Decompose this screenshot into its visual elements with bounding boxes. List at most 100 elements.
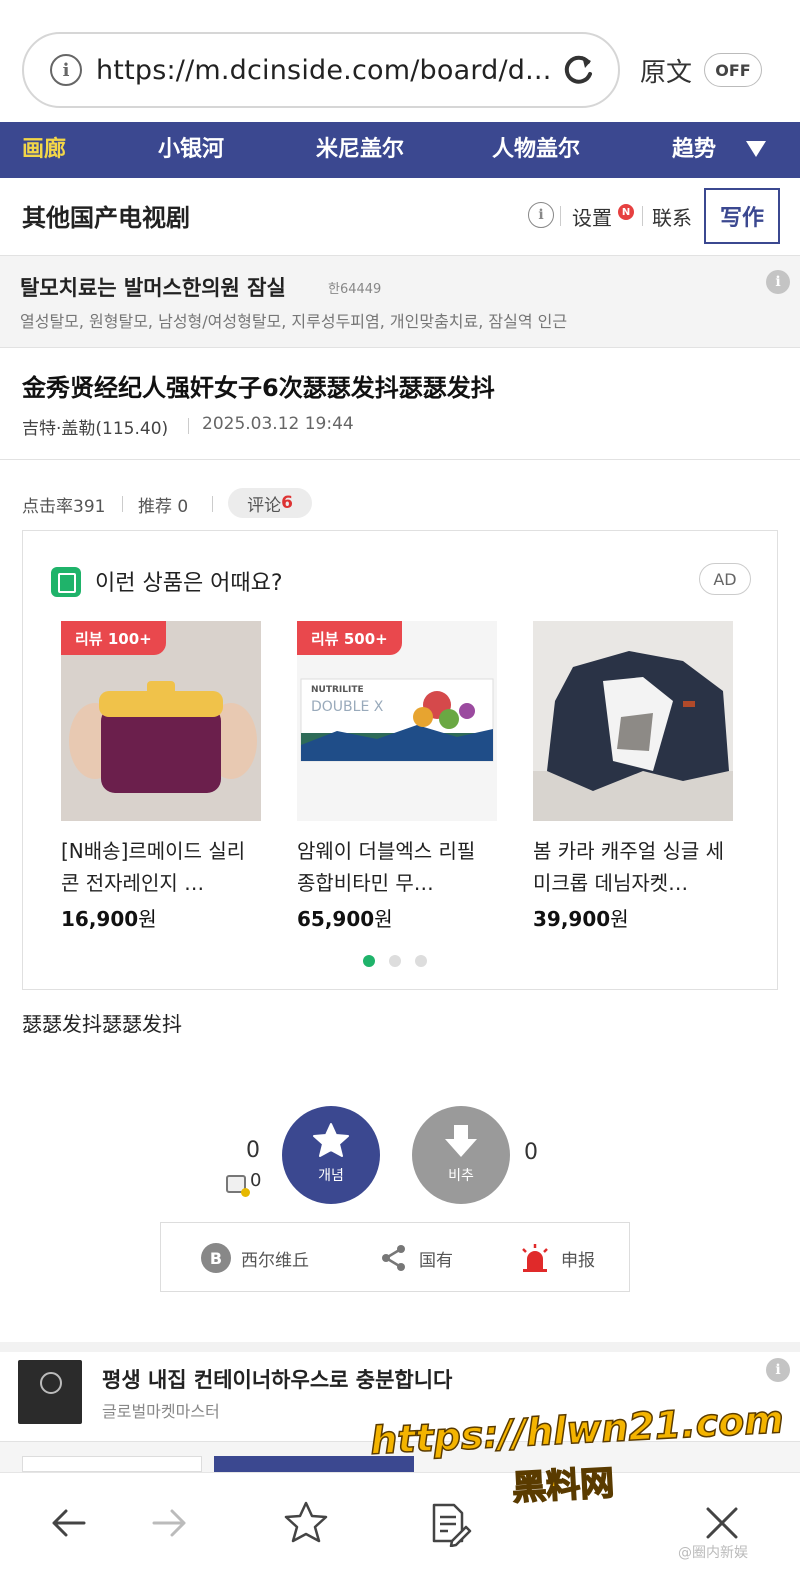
price-amount: 65,900 — [297, 907, 375, 931]
product-name[interactable]: 암웨이 더블엑스 리필 종합비타민 무… — [297, 835, 497, 899]
address-field[interactable]: i https://m.dcinside.com/board/d... — [22, 32, 620, 108]
comment-count: 6 — [281, 493, 293, 513]
post-author[interactable]: 吉特·盖勒(115.40) — [22, 414, 168, 439]
watermark-name: 黑料网 — [510, 1463, 616, 1510]
ad-info-icon[interactable]: i — [766, 1358, 790, 1382]
price-currency: 원 — [374, 907, 393, 931]
back-arrow-icon — [52, 1509, 86, 1537]
settings-link[interactable]: 设置 — [572, 202, 612, 231]
upvote-count: 0 — [246, 1138, 260, 1163]
price-amount: 39,900 — [533, 907, 611, 931]
nav-expand-icon[interactable] — [746, 141, 766, 157]
product-card[interactable]: 리뷰 500+ NUTRILITE DOUBLE X 암웨이 더블엑스 리필 종… — [297, 621, 497, 932]
favorite-button[interactable] — [278, 1495, 334, 1551]
close-icon — [706, 1507, 738, 1539]
new-badge: N — [618, 204, 634, 220]
bottom-ad-advertiser: 글로벌마켓마스터 — [102, 1402, 220, 1421]
translate-label: 原文 — [640, 58, 693, 88]
gallery-title[interactable]: 其他国产电视剧 — [22, 198, 190, 233]
recommend-count: 推荐 0 — [138, 497, 189, 517]
star-icon — [313, 1123, 349, 1157]
product-card[interactable]: 리뷰 100+ [N배송]르메이드 실리콘 전자레인지 … 16,900원 — [61, 621, 261, 932]
browser-toolbar — [0, 1472, 800, 1587]
post-body: 瑟瑟发抖瑟瑟发抖 — [22, 1012, 182, 1036]
translate-toggle[interactable]: OFF — [704, 53, 762, 87]
post-action-bar: B 西尔维丘 国有 申报 — [160, 1222, 630, 1292]
divider — [122, 496, 123, 512]
carousel-dot[interactable] — [415, 955, 427, 967]
product-card[interactable]: 봄 카라 캐주얼 싱글 세미크롭 데님자켓… 39,900원 — [533, 621, 733, 932]
siren-icon — [522, 1244, 548, 1272]
report-button[interactable]: 申报 — [519, 1223, 595, 1293]
divider — [560, 206, 561, 226]
product-image[interactable] — [533, 621, 733, 821]
product-name[interactable]: 봄 카라 캐주얼 싱글 세미크롭 데님자켓… — [533, 835, 733, 899]
post-title: 金秀贤经纪人强奸女子6次瑟瑟发抖瑟瑟发抖 — [22, 374, 495, 402]
downvote-button[interactable]: 비추 — [412, 1106, 510, 1204]
carousel-dots — [363, 955, 427, 967]
carousel-dot[interactable] — [363, 955, 375, 967]
price-currency: 원 — [610, 907, 629, 931]
view-count: 点击率391 — [22, 497, 106, 517]
nav-item-minor-gallery[interactable]: 米尼盖尔 — [316, 122, 404, 178]
b-icon: B — [201, 1243, 231, 1273]
text-ad[interactable]: 탈모치료는 발머스한의원 잠실 한64449 열성탈모, 원형탈모, 남성형/여… — [0, 256, 800, 348]
reload-icon[interactable] — [558, 50, 598, 90]
divider — [212, 496, 213, 512]
share-button[interactable]: 国有 — [379, 1223, 453, 1293]
package-brand: NUTRILITE — [311, 685, 364, 695]
write-button[interactable]: 写作 — [704, 188, 780, 244]
bookmark-button[interactable]: B 西尔维丘 — [201, 1223, 309, 1293]
text-ad-title[interactable]: 탈모치료는 발머스한의원 잠실 — [20, 272, 286, 302]
gallery-header: 其他国产电视剧 i 设置 N 联系 写作 — [0, 178, 800, 256]
nav-item-person-gallery[interactable]: 人物盖尔 — [492, 122, 580, 178]
comment-label: 评论 — [247, 495, 282, 516]
text-ad-phone: 한64449 — [328, 282, 382, 297]
product-image[interactable]: 리뷰 500+ NUTRILITE DOUBLE X — [297, 621, 497, 821]
nav-item-gallery[interactable]: 画廊 — [22, 122, 66, 178]
partial-button — [22, 1456, 202, 1472]
upvote-button[interactable]: 개념 — [282, 1106, 380, 1204]
denim-jacket-illustration — [533, 621, 733, 821]
price-currency: 원 — [138, 907, 157, 931]
carousel-dot[interactable] — [389, 955, 401, 967]
nav-item-mini-gallery[interactable]: 小银河 — [158, 122, 224, 178]
contact-link[interactable]: 联系 — [652, 202, 692, 231]
document-edit-icon — [432, 1503, 472, 1547]
product-price: 39,900원 — [533, 903, 733, 932]
forward-button[interactable] — [142, 1495, 198, 1551]
fixed-user-upvote-count: 0 — [250, 1170, 262, 1191]
ad-info-icon[interactable]: i — [766, 270, 790, 294]
product-ad: 이런 상품은 어때요? AD 리뷰 100+ [N배송]르메이드 실리콘 전자레… — [22, 530, 778, 990]
downvote-label: 비추 — [448, 1168, 474, 1184]
bookmark-label: 西尔维丘 — [241, 1250, 309, 1271]
package-name: DOUBLE X — [311, 699, 384, 715]
section-divider — [0, 1342, 800, 1352]
text-ad-description: 열성탈모, 원형탈모, 남성형/여성형탈모, 지루성두피염, 개인맞춤치료, 잠… — [20, 312, 568, 331]
fixed-user-icon — [226, 1175, 250, 1197]
report-label: 申报 — [561, 1250, 595, 1271]
product-name[interactable]: [N배송]르메이드 실리콘 전자레인지 … — [61, 835, 261, 899]
star-icon — [284, 1501, 328, 1543]
back-button[interactable] — [40, 1495, 96, 1551]
nav-item-trend[interactable]: 趋势 — [672, 122, 716, 178]
comment-button[interactable]: 评论 6 — [228, 488, 312, 518]
url-text[interactable]: https://m.dcinside.com/board/d... — [96, 55, 550, 86]
bottom-ad-title[interactable]: 평생 내집 컨테이너하우스로 충분합니다 — [102, 1364, 452, 1394]
down-arrow-icon — [445, 1125, 477, 1157]
gallery-info-icon[interactable]: i — [528, 202, 554, 228]
divider — [188, 418, 189, 434]
review-badge: 리뷰 100+ — [61, 621, 166, 655]
share-label: 国有 — [419, 1250, 453, 1271]
downvote-count: 0 — [524, 1140, 538, 1165]
ad-badge[interactable]: AD — [699, 563, 751, 595]
product-price: 65,900원 — [297, 903, 497, 932]
watermark-credit: @圈内新娱 — [678, 1545, 748, 1561]
site-info-icon[interactable]: i — [50, 54, 82, 86]
product-image[interactable]: 리뷰 100+ — [61, 621, 261, 821]
reader-button[interactable] — [420, 1495, 476, 1551]
price-amount: 16,900 — [61, 907, 139, 931]
shopping-bag-icon — [51, 567, 81, 597]
post-date: 2025.03.12 19:44 — [202, 414, 354, 434]
gallery-nav: 画廊 小银河 米尼盖尔 人物盖尔 趋势 — [0, 122, 800, 178]
